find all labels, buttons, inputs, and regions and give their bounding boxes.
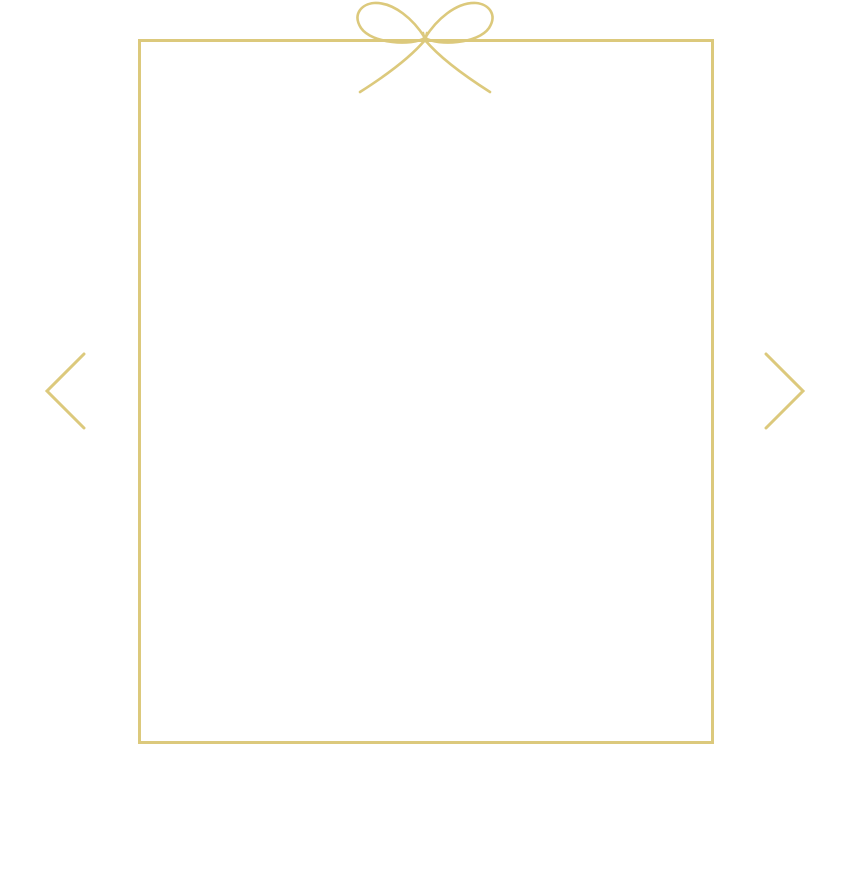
gift-bow-icon <box>356 1 494 94</box>
gift-frame <box>138 39 714 744</box>
prev-slide-button[interactable] <box>38 346 94 436</box>
gift-carousel <box>0 0 850 894</box>
chevron-right-icon <box>764 352 806 430</box>
next-slide-button[interactable] <box>756 346 812 436</box>
chevron-left-icon <box>44 352 86 430</box>
